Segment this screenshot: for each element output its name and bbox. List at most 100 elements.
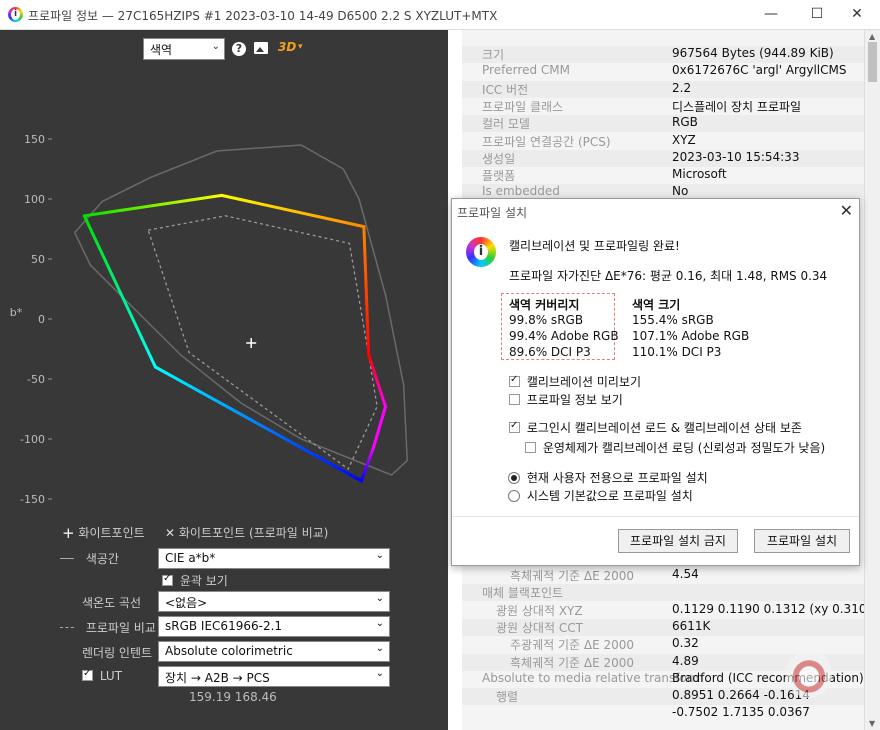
dashed-line-icon bbox=[60, 627, 74, 628]
info-row: 프로파일 클래스 디스플레이 장치 프로파일 bbox=[462, 98, 864, 115]
outline-toggle[interactable]: 윤곽 보기 bbox=[162, 572, 228, 589]
info-row: 광원 상대적 XYZ 0.1129 0.1190 0.1312 (xy 0.310… bbox=[462, 602, 864, 619]
profile-compare-select[interactable]: sRGB IEC61966-2.1 ⌄ bbox=[158, 616, 390, 637]
info-value: Bradford (ICC recommendation) bbox=[672, 670, 864, 685]
info-value: 0x6172676C 'argl' ArgyllCMS bbox=[672, 63, 847, 78]
view-select[interactable]: 색역 ⌄ bbox=[143, 38, 225, 60]
scroll-thumb[interactable] bbox=[868, 42, 877, 82]
install-system-default-option[interactable]: 시스템 기본값으로 프로파일 설치 bbox=[508, 487, 693, 504]
info-value: 디스플레이 장치 프로파일 bbox=[672, 99, 802, 114]
chevron-down-icon: ⌄ bbox=[375, 618, 384, 629]
scroll-down-icon[interactable]: ▼ bbox=[869, 719, 875, 728]
3d-chevron-icon[interactable]: ▾ bbox=[298, 42, 303, 52]
dont-install-button[interactable]: 프로파일 설치 금지 bbox=[618, 529, 738, 553]
info-value: RGB bbox=[672, 115, 698, 130]
info-value: 967564 Bytes (944.89 KiB) bbox=[672, 46, 834, 60]
info-value: 0.8951 0.2664 -0.1614 bbox=[672, 688, 810, 703]
outline-checkbox[interactable] bbox=[162, 573, 173, 586]
info-value: 2.2 bbox=[672, 80, 692, 95]
rendering-intent-label: 렌더링 인텐트 bbox=[82, 646, 153, 660]
preview-calibration-checkbox[interactable] bbox=[509, 374, 520, 387]
info-row: ICC 버전 2.2 bbox=[462, 80, 864, 98]
load-on-login-option[interactable]: 로그인시 캘리브레이션 로드 & 캘리브레이션 상태 보존 bbox=[509, 419, 802, 436]
app-icon bbox=[8, 7, 23, 22]
whitepoint-compare-legend: ✕ 화이트포인트 (프로파일 비교) bbox=[165, 524, 328, 541]
load-on-login-checkbox[interactable] bbox=[509, 420, 520, 433]
preview-calibration-option[interactable]: 캘리브레이션 미리보기 bbox=[509, 373, 641, 390]
preview-calibration-label: 캘리브레이션 미리보기 bbox=[526, 375, 642, 389]
coverage-dci-p3: 89.6% DCI P3 bbox=[509, 345, 591, 359]
info-scrollbar[interactable]: ▲ ▼ bbox=[864, 30, 880, 730]
info-row: 플랫폼 Microsoft bbox=[462, 167, 864, 184]
info-row: 흑체궤적 기준 ΔE 2000 4.54 bbox=[462, 567, 864, 584]
info-value: 0.1129 0.1190 0.1312 (xy 0.3109 0.3278) bbox=[672, 601, 864, 616]
volume-dci-p3: 110.1% DCI P3 bbox=[632, 345, 722, 359]
info-value: 4.54 bbox=[672, 567, 699, 581]
show-profile-info-checkbox[interactable] bbox=[509, 394, 520, 405]
whitepoint-cross-icon: + bbox=[62, 524, 75, 542]
profile-compare-label: 프로파일 비교 bbox=[85, 621, 156, 635]
rendering-intent-select[interactable]: Absolute colorimetric ⌄ bbox=[158, 641, 390, 662]
install-system-default-radio[interactable] bbox=[508, 490, 520, 502]
lut-select[interactable]: 장치 → A2B → PCS ⌄ bbox=[158, 666, 390, 687]
os-loading-checkbox[interactable] bbox=[525, 442, 536, 453]
info-key: 흑체궤적 기준 ΔE 2000 bbox=[510, 655, 635, 670]
gamut-segment bbox=[367, 353, 388, 409]
chevron-down-icon: ⌄ bbox=[375, 593, 384, 604]
tone-curve-select[interactable]: <없음> ⌄ bbox=[158, 591, 390, 612]
lut-toggle[interactable]: LUT bbox=[82, 668, 123, 683]
info-key: Is embedded bbox=[482, 184, 560, 199]
y-tick-label: -50 bbox=[27, 373, 45, 386]
chevron-down-icon: ⌄ bbox=[375, 550, 384, 561]
info-value: 6611K bbox=[672, 618, 711, 633]
os-loading-option[interactable]: 운영체제가 캘리브레이션 로딩 (신뢰성과 정밀도가 낮음) bbox=[525, 439, 825, 456]
info-row: 컬러 모델 RGB bbox=[462, 115, 864, 133]
info-key: 광원 상대적 XYZ bbox=[496, 603, 583, 618]
info-key: 컬러 모델 bbox=[482, 117, 530, 132]
tone-curve-value: <없음> bbox=[165, 596, 208, 610]
colorspace-select[interactable]: CIE a*b* ⌄ bbox=[158, 548, 390, 569]
y-axis-label: b* bbox=[10, 306, 23, 319]
help-icon[interactable]: ? bbox=[232, 42, 246, 56]
lut-checkbox[interactable] bbox=[82, 668, 93, 681]
volume-title: 색역 크기 bbox=[632, 298, 681, 312]
info-key: 프로파일 클래스 bbox=[482, 99, 564, 114]
info-key: Preferred CMM bbox=[482, 63, 570, 78]
whitepoint-legend: + 화이트포인트 bbox=[62, 524, 145, 542]
gamut-view-panel: 색역 ⌄ ? 3D ▾ -150-100-50050100150100500-5… bbox=[0, 30, 448, 730]
info-value: XYZ bbox=[672, 132, 696, 147]
info-key: 프로파일 연결공간 (PCS) bbox=[482, 134, 611, 149]
dialog-title: 프로파일 설치 bbox=[457, 206, 528, 220]
gamut-chart[interactable]: -150-100-50050100150100500-50-100-150a*b… bbox=[0, 70, 448, 510]
close-button[interactable]: ✕ bbox=[834, 0, 880, 30]
mascot-logo bbox=[786, 650, 832, 698]
info-key: 행렬 bbox=[496, 690, 519, 705]
info-key: 매체 블랙포인트 bbox=[482, 586, 564, 601]
comparison-gamut-line bbox=[147, 215, 378, 470]
y-tick-label: 0 bbox=[38, 313, 45, 326]
chevron-down-icon: ⌄ bbox=[211, 41, 220, 52]
outline-label: 윤곽 보기 bbox=[179, 574, 228, 588]
3d-view-button[interactable]: 3D bbox=[278, 40, 296, 54]
coordinate-readout: 159.19 168.46 bbox=[189, 690, 277, 704]
lut-label: LUT bbox=[99, 669, 123, 683]
dialog-heading: 캘리브레이션 및 프로파일링 완료! bbox=[509, 239, 680, 253]
dialog-close-icon[interactable]: ✕ bbox=[840, 201, 853, 220]
minimize-button[interactable]: — bbox=[748, 0, 794, 30]
load-on-login-label: 로그인시 캘리브레이션 로드 & 캘리브레이션 상태 보존 bbox=[526, 421, 802, 435]
install-current-user-label: 현재 사용자 전용으로 프로파일 설치 bbox=[526, 471, 708, 485]
chevron-down-icon: ⌄ bbox=[375, 668, 384, 679]
info-key: 흑체궤적 기준 ΔE 2000 bbox=[510, 569, 635, 583]
install-current-user-radio[interactable] bbox=[508, 472, 520, 484]
show-profile-info-option[interactable]: 프로파일 정보 보기 bbox=[509, 391, 623, 408]
info-icon bbox=[466, 237, 496, 267]
solid-line-icon bbox=[60, 558, 74, 559]
image-icon[interactable] bbox=[254, 42, 268, 54]
install-current-user-option[interactable]: 현재 사용자 전용으로 프로파일 설치 bbox=[508, 469, 708, 486]
install-profile-dialog: 프로파일 설치 ✕ 캘리브레이션 및 프로파일링 완료! 프로파일 자가진단 Δ… bbox=[451, 198, 860, 566]
install-button[interactable]: 프로파일 설치 bbox=[754, 529, 850, 553]
scroll-up-icon[interactable]: ▲ bbox=[869, 32, 875, 41]
info-row: 생성일 2023-03-10 15:54:33 bbox=[462, 149, 864, 167]
volume-srgb: 155.4% sRGB bbox=[632, 313, 714, 327]
install-system-default-label: 시스템 기본값으로 프로파일 설치 bbox=[526, 489, 693, 503]
